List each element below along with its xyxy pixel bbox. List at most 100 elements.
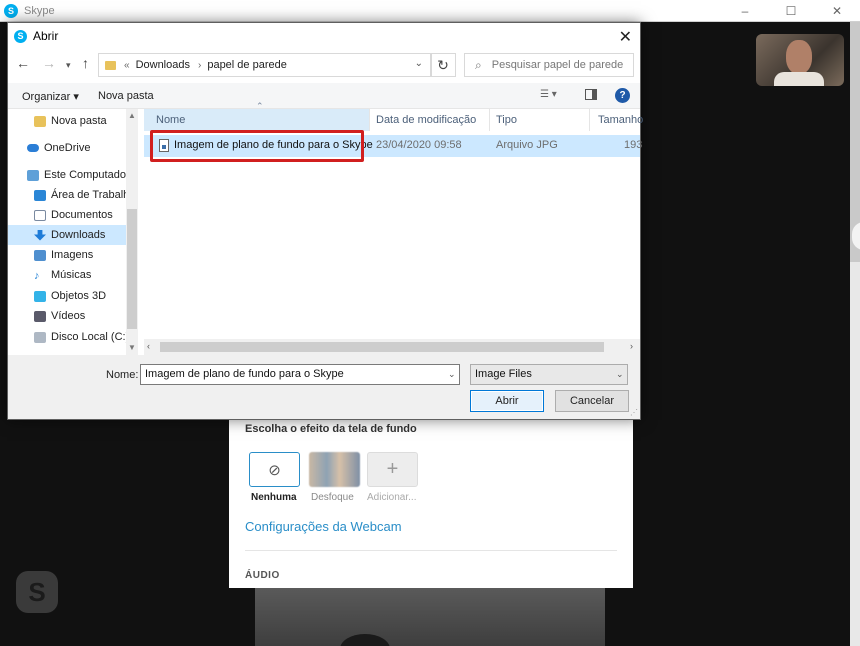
nav-label: Este Computador	[44, 169, 126, 181]
dialog-footer: Nome: Imagem de plano de fundo para o Sk…	[8, 355, 640, 419]
effect-add-option[interactable]: +	[367, 452, 418, 487]
nav-label: Músicas	[51, 269, 92, 281]
skype-logo-icon: S	[4, 3, 18, 18]
filename-input[interactable]: Imagem de plano de fundo para o Skype	[140, 364, 460, 385]
close-window-button[interactable]: ✕	[814, 0, 860, 22]
hscrollbar-thumb[interactable]	[160, 342, 604, 352]
file-size: 193	[624, 139, 643, 151]
column-label: Nome	[156, 114, 186, 126]
address-overflow-icon[interactable]: «	[124, 60, 130, 71]
open-button[interactable]: Abrir	[470, 390, 544, 412]
video-settings-panel: Escolha o efeito da tela de fundo ⊘ + Ne…	[229, 412, 633, 588]
nav-pane-scrollbar[interactable]: ▲ ▼	[126, 109, 138, 355]
minimize-button[interactable]: –	[722, 0, 768, 22]
column-header-nome[interactable]: ⌃ Nome	[144, 101, 370, 131]
nav-item-videos[interactable]: Vídeos	[34, 306, 126, 326]
file-type: Arquivo JPG	[496, 139, 558, 151]
address-dropdown-icon[interactable]: ⌄	[415, 58, 423, 69]
cube-icon	[34, 290, 46, 302]
effect-add-label: Adicionar...	[367, 492, 417, 503]
preview-pane-icon[interactable]	[585, 89, 597, 100]
view-options-icon[interactable]: ☰ ▾	[540, 89, 564, 103]
background-effect-heading: Escolha o efeito da tela de fundo	[245, 423, 417, 435]
nav-label: Downloads	[51, 229, 106, 241]
desktop-icon	[34, 189, 46, 201]
dialog-title: Abrir	[33, 29, 59, 43]
file-list-hscrollbar[interactable]: ‹ ›	[144, 339, 640, 355]
new-folder-button[interactable]: Nova pasta	[98, 90, 154, 102]
filetype-dropdown-icon[interactable]: ⌄	[616, 369, 624, 380]
nav-item-area-de-trabalho[interactable]: Área de Trabalho	[34, 185, 126, 205]
up-arrow-icon[interactable]: ↑	[82, 55, 89, 71]
nav-item-disco-local[interactable]: Disco Local (C:)	[34, 327, 126, 347]
nav-item-documentos[interactable]: Documentos	[34, 205, 126, 225]
filename-label: Nome:	[106, 369, 139, 381]
nav-item-musicas[interactable]: ♪ Músicas	[34, 265, 126, 285]
maximize-button[interactable]: ☐	[768, 0, 814, 22]
panel-divider	[245, 550, 617, 551]
forward-arrow-icon[interactable]: →	[42, 55, 56, 71]
scroll-left-arrow-icon[interactable]: ‹	[147, 341, 150, 351]
nav-item-onedrive[interactable]: OneDrive	[27, 138, 126, 158]
dialog-skype-icon: S	[14, 29, 27, 43]
search-input[interactable]: ⌕ Pesquisar papel de parede	[464, 53, 634, 77]
nav-item-downloads[interactable]: Downloads	[8, 225, 126, 245]
nav-label: Nova pasta	[51, 115, 107, 127]
filetype-select[interactable]: Image Files	[470, 364, 628, 385]
webcam-settings-link[interactable]: Configurações da Webcam	[245, 519, 402, 534]
effect-none-option[interactable]: ⊘	[249, 452, 300, 487]
navigation-row: ← → ▾ ↑ « Downloads › papel de parede ⌄ …	[8, 51, 640, 79]
effect-none-label: Nenhuma	[251, 492, 297, 503]
camera-face	[786, 40, 812, 74]
red-highlight-box	[150, 130, 364, 162]
filename-dropdown-icon[interactable]: ⌄	[448, 369, 456, 380]
search-icon: ⌕	[475, 57, 482, 72]
back-arrow-icon[interactable]: ←	[16, 55, 30, 71]
nav-label: Disco Local (C:)	[51, 331, 126, 343]
organize-button[interactable]: Organizar ▾	[22, 90, 79, 103]
open-file-dialog: S Abrir ✕ ← → ▾ ↑ « Downloads › papel de…	[7, 22, 643, 420]
folder-icon	[34, 115, 46, 127]
resize-grip-icon[interactable]: ⋰	[630, 408, 638, 417]
help-icon[interactable]: ?	[615, 88, 630, 103]
video-person	[340, 634, 390, 646]
nav-item-este-computador[interactable]: Este Computador	[27, 165, 126, 185]
scroll-right-arrow-icon[interactable]: ›	[630, 341, 633, 351]
nav-item-imagens[interactable]: Imagens	[34, 245, 126, 265]
self-camera-preview[interactable]	[756, 34, 844, 86]
scroll-down-arrow-icon[interactable]: ▼	[128, 343, 136, 352]
file-date: 23/04/2020 09:58	[376, 139, 462, 151]
refresh-icon[interactable]: ↻	[430, 53, 456, 77]
sort-ascending-icon: ⌃	[256, 101, 264, 111]
column-header-data[interactable]: Data de modificação	[370, 109, 490, 131]
dialog-titlebar: S Abrir ✕	[8, 23, 640, 49]
file-list: ⌃ Nome Data de modificação Tipo Tamanho I…	[144, 101, 643, 355]
column-header-tamanho[interactable]: Tamanho	[590, 109, 643, 131]
video-icon	[34, 310, 46, 322]
recent-locations-chevron-icon[interactable]: ▾	[66, 60, 71, 71]
cancel-button[interactable]: Cancelar	[555, 390, 629, 412]
nav-label: Imagens	[51, 249, 94, 261]
nav-item-nova-pasta[interactable]: Nova pasta	[34, 111, 126, 131]
video-preview	[255, 588, 605, 646]
breadcrumb-papel-de-parede[interactable]: papel de parede	[207, 59, 287, 71]
disk-icon	[34, 331, 46, 343]
nav-item-objetos-3d[interactable]: Objetos 3D	[34, 286, 126, 306]
effect-blur-label: Desfoque	[311, 492, 354, 503]
dialog-close-button[interactable]: ✕	[619, 27, 632, 47]
main-scrollbar[interactable]	[850, 22, 860, 646]
breadcrumb-separator-icon[interactable]: ›	[198, 60, 201, 71]
breadcrumb-downloads[interactable]: Downloads	[136, 59, 190, 71]
address-bar[interactable]: « Downloads › papel de parede ⌄	[98, 53, 432, 77]
navigation-pane: Nova pasta OneDrive Este Computador Área…	[8, 109, 139, 355]
cloud-icon	[27, 144, 39, 152]
nav-scrollbar-thumb[interactable]	[127, 209, 137, 329]
documents-icon	[34, 209, 46, 221]
effect-blur-option[interactable]	[309, 452, 360, 487]
scroll-up-arrow-icon[interactable]: ▲	[128, 111, 136, 120]
camera-shirt	[774, 72, 824, 86]
column-header-tipo[interactable]: Tipo	[490, 109, 590, 131]
images-icon	[34, 249, 46, 261]
nav-label: Área de Trabalho	[51, 189, 126, 201]
skype-window-title: Skype	[24, 4, 55, 17]
